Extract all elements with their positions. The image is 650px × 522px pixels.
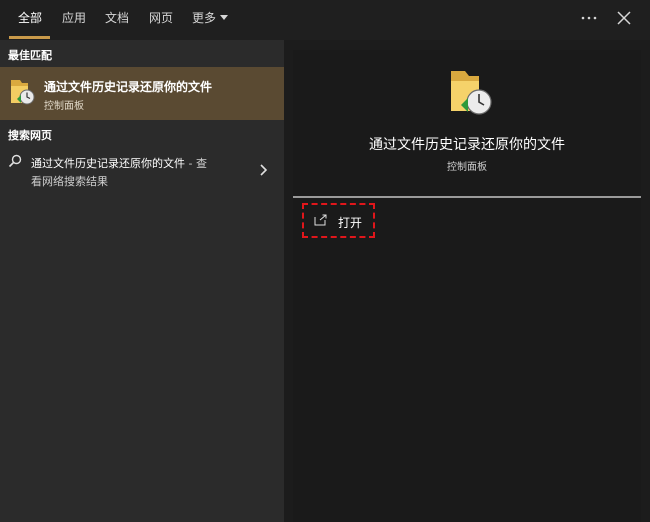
preview-title: 通过文件历史记录还原你的文件 [369,137,565,153]
preview-subtitle: 控制面板 [447,162,487,173]
tab-apps-label: 应用 [62,11,87,25]
folder-clock-icon [451,71,492,115]
web-search-heading: 搜索网页 [8,129,52,142]
tab-documents[interactable]: 文档 [105,0,129,40]
open-window-icon [314,214,327,226]
preview-pane: 通过文件历史记录还原你的文件 控制面板 打开 [293,50,641,522]
web-search-suffix: - 查 [185,157,207,170]
best-match-heading: 最佳匹配 [8,49,52,62]
best-match-subtitle: 控制面板 [44,101,84,112]
best-match-result[interactable]: 通过文件历史记录还原你的文件 控制面板 [0,67,284,120]
open-button[interactable]: 打开 [302,203,375,238]
open-button-label: 打开 [338,216,363,230]
preview-divider [293,196,641,198]
active-tab-indicator [9,36,50,39]
tab-web-label: 网页 [149,11,174,25]
web-search-result[interactable]: 通过文件历史记录还原你的文件 - 查 看网络搜索结果 [0,150,284,190]
search-filter-bar: 全部 应用 文档 网页 更多 [0,0,650,40]
tab-all-label: 全部 [18,11,43,25]
best-match-title: 通过文件历史记录还原你的文件 [44,80,213,94]
web-search-query: 通过文件历史记录还原你的文件 [31,157,185,170]
ellipsis-icon[interactable] [577,6,601,30]
results-list: 最佳匹配 通过文件历史记录还原你的文件 控制面板 搜索网页 通过文件历史记录还原… [0,40,284,522]
tab-apps[interactable]: 应用 [62,0,86,40]
tab-more[interactable]: 更多 [192,0,229,40]
web-search-line2: 看网络搜索结果 [31,175,108,188]
tab-web[interactable]: 网页 [149,0,173,40]
chevron-right-icon[interactable] [258,163,268,177]
web-search-query-line: 通过文件历史记录还原你的文件 - 查 [31,155,207,171]
search-icon [8,154,22,168]
tab-more-label: 更多 [192,11,217,25]
chevron-down-icon [220,15,229,20]
tab-all[interactable]: 全部 [18,0,42,40]
folder-clock-icon [11,80,35,105]
tab-documents-label: 文档 [105,11,130,25]
close-icon[interactable] [612,6,636,30]
